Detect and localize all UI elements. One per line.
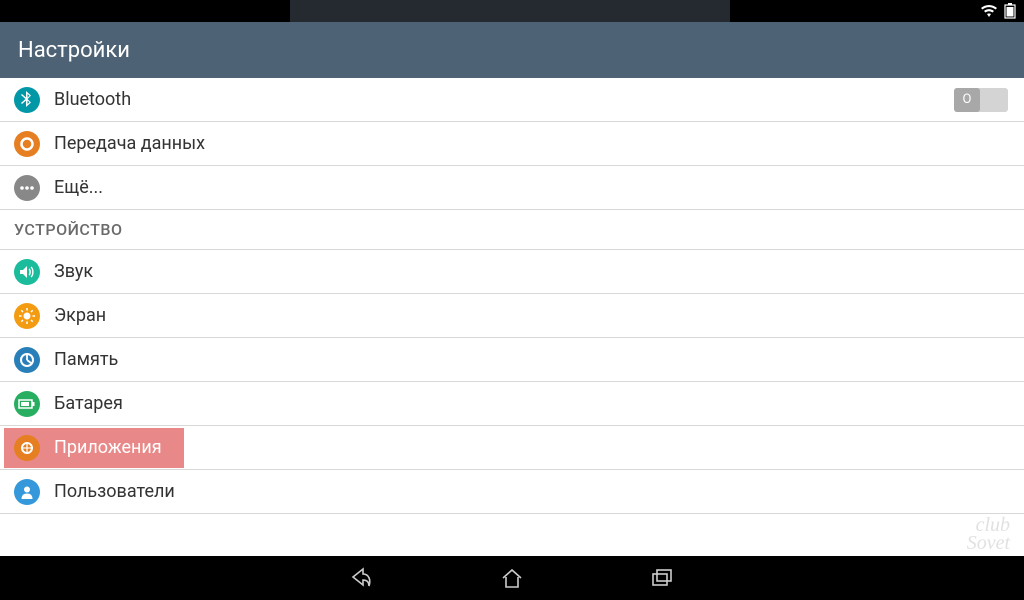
title-bar: Настройки (0, 22, 1024, 78)
data-usage-icon (14, 131, 40, 157)
more-icon (14, 175, 40, 201)
row-label: Память (54, 349, 118, 370)
row-data-usage[interactable]: Передача данных (0, 122, 1024, 166)
row-label: Пользователи (54, 481, 175, 502)
row-display[interactable]: Экран (0, 294, 1024, 338)
status-bar (0, 0, 1024, 22)
row-label: Передача данных (54, 133, 205, 154)
wifi-icon (980, 4, 998, 18)
watermark: club Sovet (967, 516, 1010, 552)
bluetooth-icon (14, 87, 40, 113)
row-apps[interactable]: Приложения (0, 426, 1024, 470)
row-label: Звук (54, 261, 93, 282)
page-title: Настройки (18, 38, 130, 63)
row-label: Bluetooth (54, 89, 131, 110)
nav-recent-button[interactable] (647, 563, 677, 593)
storage-icon (14, 347, 40, 373)
apps-icon (14, 435, 40, 461)
section-device: УСТРОЙСТВО (0, 210, 1024, 250)
row-sound[interactable]: Звук (0, 250, 1024, 294)
bluetooth-toggle[interactable]: O (954, 88, 1008, 112)
row-label: Приложения (54, 437, 162, 458)
sound-icon (14, 259, 40, 285)
row-battery[interactable]: Батарея (0, 382, 1024, 426)
battery-row-icon (14, 391, 40, 417)
row-label: Ещё... (54, 177, 103, 198)
display-icon (14, 303, 40, 329)
row-label: Батарея (54, 393, 123, 414)
nav-back-button[interactable] (347, 563, 377, 593)
status-overlay (290, 0, 730, 22)
users-icon (14, 479, 40, 505)
row-storage[interactable]: Память (0, 338, 1024, 382)
nav-home-button[interactable] (497, 563, 527, 593)
settings-list: Bluetooth O Передача данных Ещё... УСТРО… (0, 78, 1024, 556)
row-more[interactable]: Ещё... (0, 166, 1024, 210)
row-label: Экран (54, 305, 106, 326)
nav-bar (0, 556, 1024, 600)
toggle-knob: O (954, 88, 980, 112)
battery-icon (1004, 3, 1016, 19)
row-bluetooth[interactable]: Bluetooth O (0, 78, 1024, 122)
row-users[interactable]: Пользователи (0, 470, 1024, 514)
